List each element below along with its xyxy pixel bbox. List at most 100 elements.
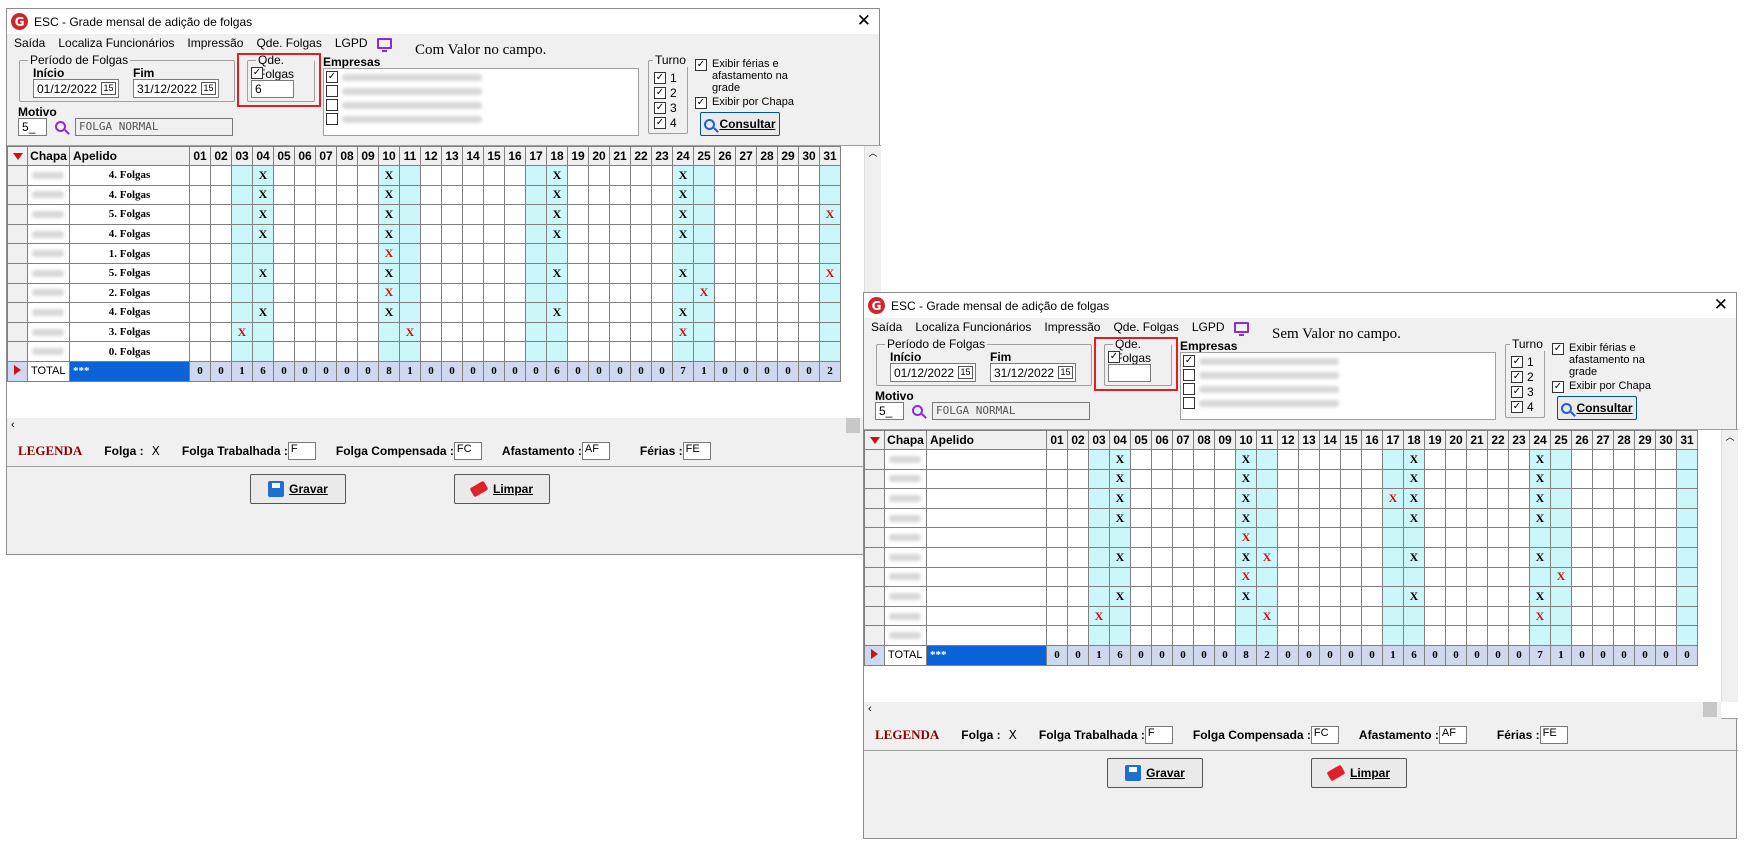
day-cell[interactable] (273, 262, 295, 284)
day-cell[interactable] (630, 223, 652, 245)
day-cell[interactable]: X (1529, 546, 1551, 568)
menu-impressao[interactable]: Impressão (187, 36, 243, 50)
day-cell[interactable] (1613, 625, 1635, 646)
close-icon[interactable]: ✕ (857, 11, 871, 31)
day-cell[interactable] (1634, 527, 1656, 548)
day-cell[interactable] (693, 321, 715, 343)
day-cell[interactable] (714, 223, 736, 245)
day-cell[interactable] (483, 262, 505, 284)
day-cell[interactable] (420, 223, 442, 245)
day-cell[interactable] (1151, 605, 1173, 627)
col-day-02[interactable]: 02 (1067, 430, 1089, 450)
day-cell[interactable] (777, 223, 799, 245)
day-cell[interactable] (1550, 507, 1572, 529)
day-cell[interactable] (714, 243, 736, 264)
day-cell[interactable] (1424, 586, 1446, 607)
day-cell[interactable] (1340, 468, 1362, 490)
col-day-20[interactable]: 20 (1445, 430, 1467, 450)
exibir-ferias-checkbox[interactable]: ✓ (1552, 343, 1564, 355)
day-cell[interactable] (651, 165, 673, 186)
day-cell[interactable] (1508, 605, 1530, 627)
table-row[interactable]: XXXX (864, 468, 1698, 490)
day-cell[interactable] (462, 165, 484, 186)
day-cell[interactable] (735, 262, 757, 284)
day-cell[interactable] (1319, 449, 1341, 470)
day-cell[interactable] (231, 223, 253, 245)
day-cell[interactable] (483, 165, 505, 186)
table-row[interactable]: 4. Folgas X X X X (7, 223, 841, 245)
day-cell[interactable] (1319, 566, 1341, 588)
day-cell[interactable] (1277, 507, 1299, 529)
day-cell[interactable] (1529, 566, 1551, 588)
col-day-17[interactable]: 17 (525, 146, 547, 166)
day-cell[interactable]: X (1529, 605, 1551, 627)
day-cell[interactable] (1382, 449, 1404, 470)
day-cell[interactable] (378, 341, 400, 362)
day-cell[interactable] (1088, 625, 1110, 646)
turno-4-checkbox[interactable]: ✓ (1511, 401, 1523, 413)
day-cell[interactable] (819, 243, 841, 264)
day-cell[interactable] (609, 204, 631, 225)
day-cell[interactable] (1550, 488, 1572, 509)
day-cell[interactable] (798, 302, 820, 323)
col-day-03[interactable]: 03 (231, 146, 253, 166)
day-cell[interactable] (1571, 488, 1593, 509)
day-cell[interactable] (357, 262, 379, 284)
day-cell[interactable] (1256, 488, 1278, 509)
day-cell[interactable] (588, 302, 610, 323)
day-cell[interactable] (1214, 449, 1236, 470)
day-cell[interactable] (462, 243, 484, 264)
table-row[interactable]: 4. Folgas X X X X (7, 165, 841, 186)
chapa-cell[interactable] (27, 321, 70, 343)
day-cell[interactable] (1298, 488, 1320, 509)
day-cell[interactable] (1445, 546, 1467, 568)
day-cell[interactable] (588, 223, 610, 245)
day-cell[interactable] (567, 341, 589, 362)
day-cell[interactable] (1298, 605, 1320, 627)
day-cell[interactable] (1445, 468, 1467, 490)
day-cell[interactable] (756, 243, 778, 264)
day-cell[interactable]: X (1403, 546, 1425, 568)
day-cell[interactable] (567, 321, 589, 343)
day-cell[interactable] (483, 302, 505, 323)
col-day-31[interactable]: 31 (1676, 430, 1698, 450)
day-cell[interactable] (1046, 625, 1068, 646)
day-cell[interactable] (651, 204, 673, 225)
day-cell[interactable] (714, 282, 736, 304)
day-cell[interactable] (210, 165, 232, 186)
day-cell[interactable] (1277, 605, 1299, 627)
day-cell[interactable] (1193, 605, 1215, 627)
day-cell[interactable] (1592, 546, 1614, 568)
day-cell[interactable] (798, 184, 820, 206)
day-cell[interactable] (1256, 625, 1278, 646)
table-row[interactable] (864, 625, 1698, 646)
day-cell[interactable] (609, 341, 631, 362)
day-cell[interactable] (399, 302, 421, 323)
col-day-03[interactable]: 03 (1088, 430, 1110, 450)
day-cell[interactable]: X (378, 165, 400, 186)
col-day-05[interactable]: 05 (1130, 430, 1152, 450)
col-day-06[interactable]: 06 (294, 146, 316, 166)
day-cell[interactable] (1277, 449, 1299, 470)
chapa-cell[interactable] (27, 223, 70, 245)
day-cell[interactable] (1151, 625, 1173, 646)
day-cell[interactable] (315, 204, 337, 225)
day-cell[interactable] (189, 184, 211, 206)
day-cell[interactable] (294, 223, 316, 245)
day-cell[interactable] (756, 282, 778, 304)
day-cell[interactable] (1067, 449, 1089, 470)
day-cell[interactable] (1340, 507, 1362, 529)
day-cell[interactable] (1592, 468, 1614, 490)
day-cell[interactable] (1676, 605, 1698, 627)
day-cell[interactable] (756, 223, 778, 245)
day-cell[interactable] (1214, 546, 1236, 568)
day-cell[interactable] (1151, 527, 1173, 548)
day-cell[interactable] (651, 321, 673, 343)
day-cell[interactable] (1361, 507, 1383, 529)
day-cell[interactable] (441, 243, 463, 264)
limpar-button[interactable]: Limpar (454, 474, 550, 504)
menu-lgpd[interactable]: LGPD (335, 36, 368, 50)
day-cell[interactable] (294, 204, 316, 225)
col-day-14[interactable]: 14 (462, 146, 484, 166)
day-cell[interactable] (1382, 546, 1404, 568)
